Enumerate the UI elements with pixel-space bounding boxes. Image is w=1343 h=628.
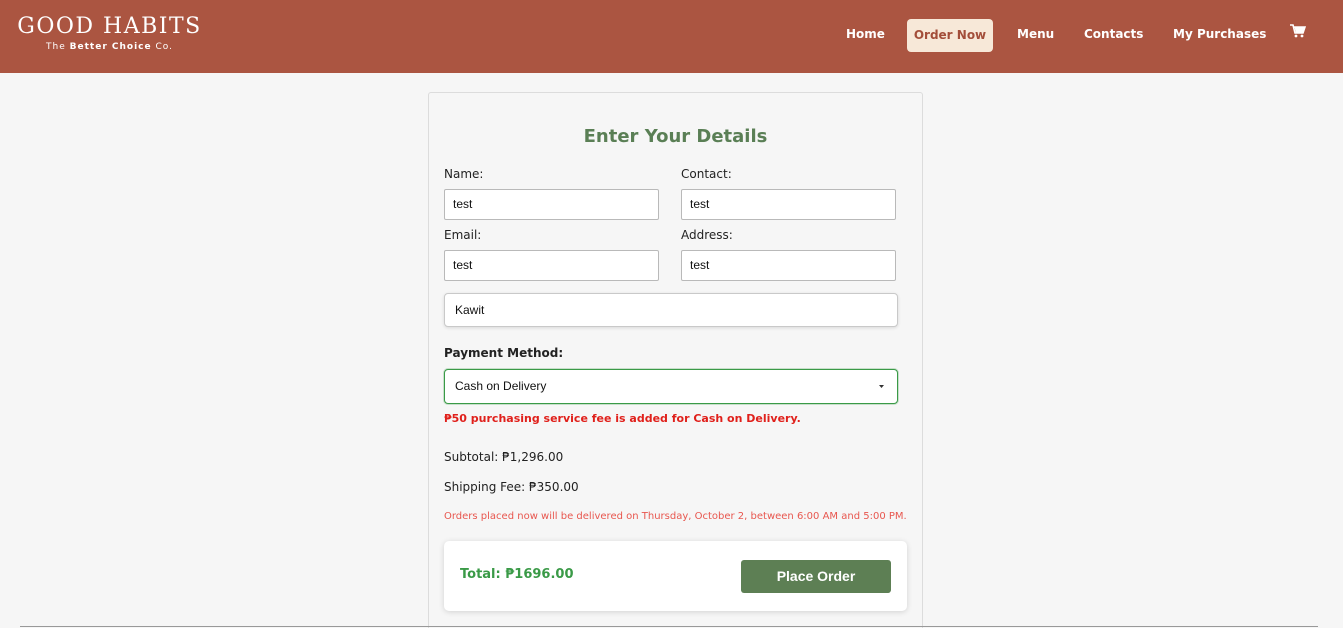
place-order-button[interactable]: Place Order	[741, 560, 891, 593]
shipping-fee-text: Shipping Fee: ₱350.00	[444, 480, 579, 494]
brand-logo[interactable]: GOOD HABITS The Better Choice Co.	[17, 14, 202, 52]
contact-input[interactable]: test	[681, 189, 896, 220]
nav-my-purchases[interactable]: My Purchases	[1173, 0, 1266, 73]
nav-home[interactable]: Home	[846, 0, 885, 73]
address-input[interactable]: test	[681, 250, 896, 281]
cart-icon[interactable]	[1290, 24, 1306, 38]
cod-fee-note: ₱50 purchasing service fee is added for …	[444, 412, 801, 425]
tagline-prefix: The	[46, 42, 70, 52]
name-label: Name:	[444, 167, 484, 181]
nav-order-now[interactable]: Order Now	[907, 19, 993, 52]
page-title: Enter Your Details	[583, 126, 768, 147]
tagline-bold: Better Choice	[69, 42, 152, 52]
order-summary-box: Total: ₱1696.00 Place Order	[444, 541, 907, 611]
email-label: Email:	[444, 228, 482, 242]
contact-label: Contact:	[681, 167, 732, 181]
payment-method-select[interactable]: Cash on Delivery	[444, 369, 898, 404]
brand-tagline: The Better Choice Co.	[17, 42, 202, 52]
payment-method-value: Cash on Delivery	[455, 379, 547, 393]
nav-menu[interactable]: Menu	[1017, 0, 1054, 73]
address-label: Address:	[681, 228, 733, 242]
payment-method-label: Payment Method:	[444, 346, 564, 360]
brand-name: GOOD HABITS	[17, 14, 202, 39]
details-card: Enter Your Details Name: test Contact: t…	[428, 92, 923, 628]
delivery-note: Orders placed now will be delivered on T…	[444, 511, 907, 522]
tagline-suffix: Co.	[151, 42, 173, 52]
name-input[interactable]: test	[444, 189, 659, 220]
total-text: Total: ₱1696.00	[460, 567, 574, 582]
nav-contacts[interactable]: Contacts	[1084, 0, 1143, 73]
page-divider	[20, 626, 1318, 627]
email-input[interactable]: test	[444, 250, 659, 281]
subtotal-text: Subtotal: ₱1,296.00	[444, 450, 564, 464]
site-header: GOOD HABITS The Better Choice Co. Home O…	[0, 0, 1343, 73]
chevron-down-icon	[879, 385, 884, 388]
location-select[interactable]: Kawit	[444, 293, 898, 327]
